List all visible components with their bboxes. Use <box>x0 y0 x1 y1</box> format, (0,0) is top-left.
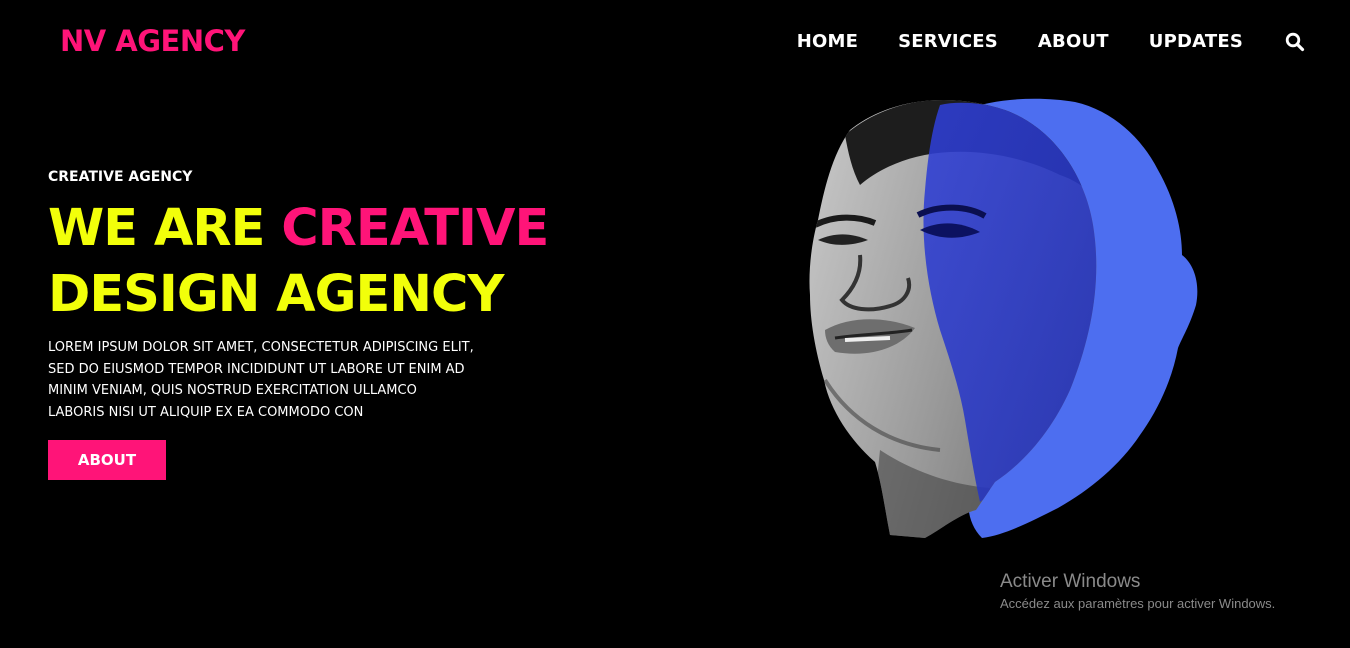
headline-part2: CREATIVE <box>281 199 549 258</box>
description-line: SED DO EIUSMOD TEMPOR INCIDIDUNT UT LABO… <box>48 361 465 377</box>
description-line: LOREM IPSUM DOLOR SIT AMET, CONSECTETUR … <box>48 340 474 355</box>
nav-about[interactable]: ABOUT <box>1038 31 1109 52</box>
hero-headline: WE ARE CREATIVE DESIGN AGENCY <box>48 196 549 328</box>
nav-updates[interactable]: UPDATES <box>1149 31 1243 52</box>
about-button[interactable]: ABOUT <box>48 440 166 480</box>
watermark-title: Activer Windows <box>1000 571 1141 592</box>
watermark-subtitle: Accédez aux paramètres pour activer Wind… <box>1000 596 1276 611</box>
hero-description: LOREM IPSUM DOLOR SIT AMET, CONSECTETUR … <box>48 337 518 423</box>
search-button[interactable] <box>1285 32 1305 52</box>
landing-page: NV AGENCY HOME SERVICES ABOUT UPDATES CR… <box>0 0 1350 648</box>
hero-portrait-image <box>809 98 1198 539</box>
headline-line2: DESIGN AGENCY <box>48 265 504 324</box>
search-icon <box>1285 32 1305 51</box>
logo[interactable]: NV AGENCY <box>60 24 245 58</box>
hero-eyebrow: CREATIVE AGENCY <box>48 169 193 185</box>
nav-services[interactable]: SERVICES <box>898 31 998 52</box>
headline-part1: WE ARE <box>48 199 265 258</box>
main-nav: HOME SERVICES ABOUT UPDATES <box>797 31 1305 52</box>
nav-home[interactable]: HOME <box>797 31 858 52</box>
description-line: MINIM VENIAM, QUIS NOSTRUD EXERCITATION … <box>48 383 417 398</box>
windows-activation-watermark: Activer Windows Accédez aux paramètres p… <box>1000 570 1275 614</box>
description-line: LABORIS NISI UT ALIQUIP EX EA COMMODO CO… <box>48 404 364 420</box>
